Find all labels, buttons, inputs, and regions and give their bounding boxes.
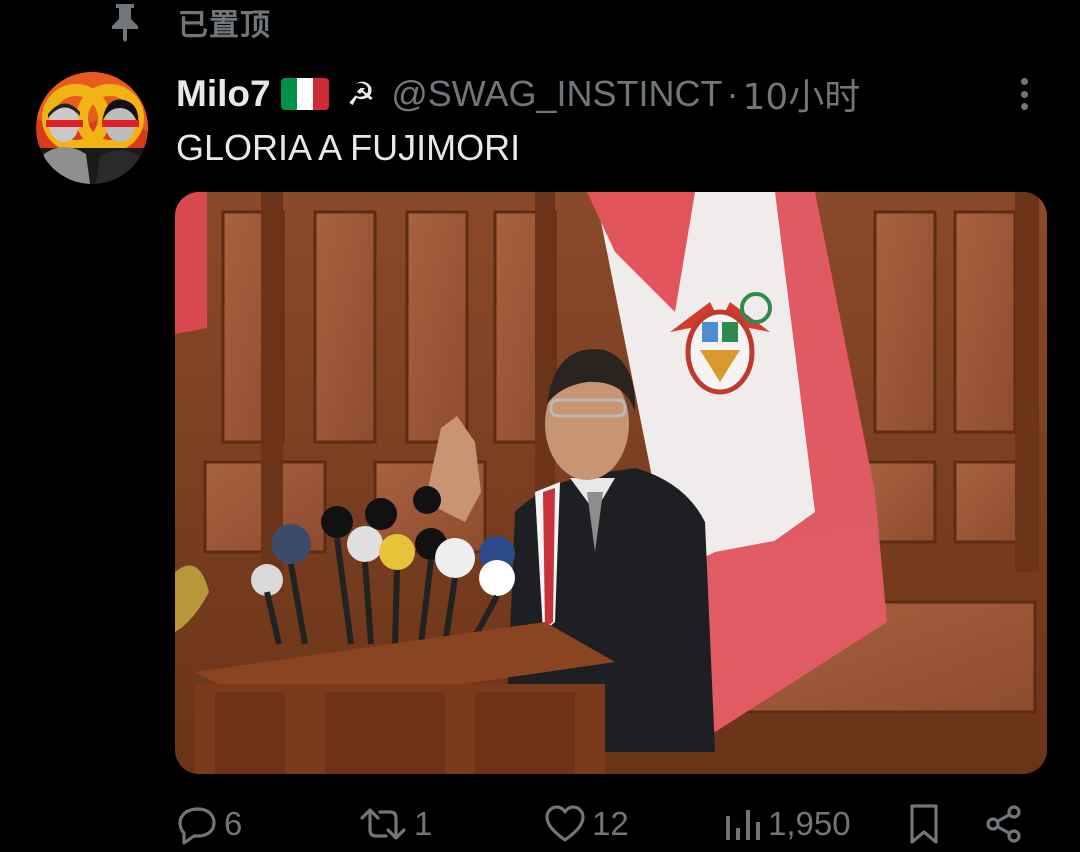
flag-stripe-green <box>280 78 297 110</box>
separator-dot: · <box>726 73 739 114</box>
tweet-media-photo[interactable] <box>175 192 1047 774</box>
pinned-label-row: 已置顶 <box>108 0 271 44</box>
views-count: 1,950 <box>768 805 851 842</box>
flag-stripe-white <box>296 78 313 110</box>
views-chart-icon <box>726 810 760 840</box>
author-name[interactable]: Milo7 <box>176 73 271 115</box>
heart-icon <box>545 805 585 842</box>
pin-icon <box>112 4 138 42</box>
reply-button[interactable]: 6 <box>176 800 242 848</box>
tweet-header: Milo7 ☭ @SWAG_INSTINCT · 10小时 <box>176 70 860 118</box>
flag-stripe-red <box>312 78 329 110</box>
reply-icon <box>178 807 216 845</box>
more-options-icon[interactable] <box>1008 74 1040 114</box>
share-icon <box>986 805 1021 843</box>
retweet-count: 1 <box>414 805 433 842</box>
retweet-button[interactable]: 1 <box>358 800 432 848</box>
like-count: 12 <box>592 805 629 842</box>
tweet-actions-bar: 6 1 12 1,950 <box>0 800 1080 852</box>
pinned-text: 已置顶 <box>178 8 271 43</box>
views-button[interactable]: 1,950 <box>724 800 851 848</box>
retweet-icon <box>360 808 406 840</box>
hammer-sickle-icon: ☭ <box>346 76 376 112</box>
tweet-text: GLORIA A FUJIMORI <box>176 127 521 168</box>
italy-flag-icon <box>280 78 329 110</box>
reply-count: 6 <box>224 805 243 842</box>
share-button[interactable] <box>984 800 1024 848</box>
bookmark-icon <box>910 804 938 844</box>
like-button[interactable]: 12 <box>544 800 629 848</box>
timestamp[interactable]: 10小时 <box>742 68 860 120</box>
avatar[interactable] <box>36 72 148 184</box>
author-handle[interactable]: @SWAG_INSTINCT <box>391 73 722 115</box>
bookmark-button[interactable] <box>906 800 942 848</box>
